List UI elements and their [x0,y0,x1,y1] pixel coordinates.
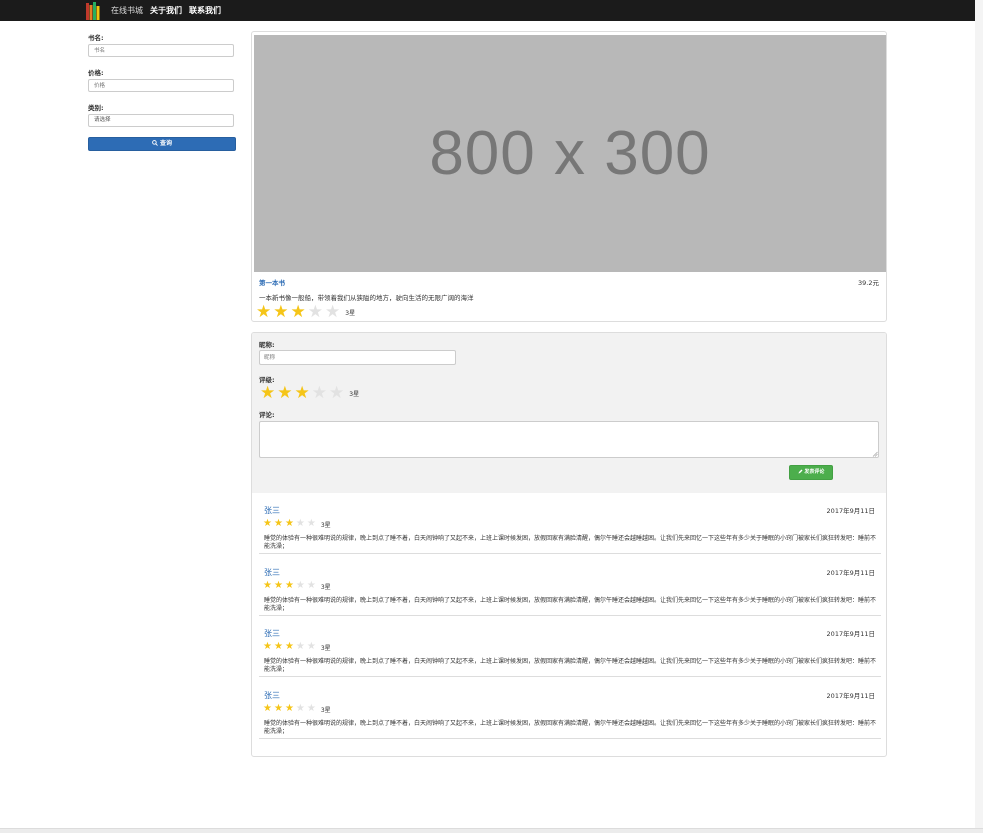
star-empty-icon: ★ [295,518,305,529]
star-filled-icon: ★ [273,518,283,529]
comment-author[interactable]: 张三 [264,690,280,701]
book-price: 39.2元 [858,279,879,287]
star-filled-icon: ★ [273,302,289,322]
nav-about-link[interactable]: 关于我们 [150,5,182,16]
nickname-input[interactable] [259,350,456,365]
comment-rating-stars: ★ ★ ★ ★ ★ [263,704,318,714]
star-filled-icon[interactable]: ★ [260,385,275,402]
comment-rating-text: 3星 [320,706,331,714]
star-empty-icon: ★ [307,302,323,322]
star-empty-icon[interactable]: ★ [312,385,327,402]
book-card: 800 x 300 第一本书 39.2元 一本新书像一般船，带领着我们从狭隘的地… [251,31,887,322]
star-filled-icon: ★ [284,703,294,714]
comment-text: 睡觉的体验有一种很难明说的规律，晚上到点了睡不着，白天闹钟响了又起不来，上班上课… [264,535,877,550]
book-rating-text: 3星 [345,310,356,317]
comment-author[interactable]: 张三 [264,628,280,639]
star-filled-icon: ★ [284,641,294,652]
rating-selector-stars[interactable]: ★ ★ ★ ★ ★ [260,385,346,402]
category-select-value: 请选择 [94,117,111,123]
comment-rating-stars: ★ ★ ★ ★ ★ [263,519,318,529]
category-select[interactable]: 请选择 [88,114,234,127]
search-icon [152,140,158,146]
search-button-label: 查询 [160,140,173,147]
comment-panel: 昵称: 评级: ★★★★★ 3星 评论: 发表评论 张三2017年9月11日★★… [251,332,887,757]
comment-text: 睡觉的体验有一种很难明说的规律，晚上到点了睡不着，白天闹钟响了又起不来，上班上课… [264,720,877,735]
star-empty-icon: ★ [295,580,305,591]
star-empty-icon: ★ [306,580,316,591]
star-filled-icon: ★ [263,518,272,529]
comment-rating: ★ ★ ★ ★ ★ 3星 [263,519,331,529]
comment-date: 2017年9月11日 [826,507,875,515]
comment-rating-text: 3星 [320,583,331,591]
star-filled-icon: ★ [256,302,272,322]
search-button[interactable]: 查询 [88,137,236,151]
comment-rating: ★ ★ ★ ★ ★ 3星 [263,704,331,714]
comment-date: 2017年9月11日 [826,569,875,577]
star-filled-icon[interactable]: ★ [295,385,310,402]
category-label: 类别: [88,104,104,112]
comment-date: 2017年9月11日 [826,630,875,638]
star-empty-icon: ★ [306,703,316,714]
book-description: 一本新书像一般船，带领着我们从狭隘的地方，驶向生活的无限广阔的海洋 [259,294,474,302]
bottom-status-bar [0,828,983,833]
nav-brand-link[interactable]: 在线书城 [111,5,143,16]
comment-item: 张三 2017年9月11日 ★ ★ ★ ★ ★ 3星 睡觉的体验有一种很难明说的规律，晚上到点了… [259,555,881,616]
comment-item: 张三 2017年9月11日 ★ ★ ★ ★ ★ 3星 睡觉的体验有一种很难明说的规律，晚上到点了… [259,616,881,677]
star-empty-icon: ★ [295,641,305,652]
comment-textarea[interactable] [259,421,879,458]
star-filled-icon: ★ [273,641,283,652]
comment-rating-stars: ★ ★ ★ ★ ★ [263,581,318,591]
comment-item: 张三 2017年9月11日 ★ ★ ★ ★ ★ 3星 睡觉的体验有一种很难明说的规律，晚上到点了… [259,678,881,739]
star-empty-icon: ★ [306,641,316,652]
comment-label: 评论: [259,411,275,419]
book-rating: ★ ★ ★ ★ ★ 3星 [256,304,355,321]
comment-rating: ★ ★ ★ ★ ★ 3星 [263,581,331,591]
book-image-placeholder-text: 800 x 300 [429,119,711,188]
comment-rating: ★ ★ ★ ★ ★ 3星 [263,642,331,652]
pencil-icon [798,469,803,474]
comment-form: 昵称: 评级: ★★★★★ 3星 评论: 发表评论 [252,333,886,493]
books-logo-icon[interactable] [86,2,100,20]
star-filled-icon: ★ [273,580,283,591]
star-empty-icon: ★ [295,703,305,714]
price-label: 价格: [88,69,104,77]
star-filled-icon: ★ [273,703,283,714]
top-navbar: 在线书城 关于我们 联系我们 [0,0,975,21]
comment-rating-stars: ★ ★ ★ ★ ★ [263,642,318,652]
comment-item: 张三 2017年9月11日 ★ ★ ★ ★ ★ 3星 睡觉的体验有一种很难明说的规律，晚上到点了… [259,493,881,554]
star-filled-icon: ★ [284,518,294,529]
comment-date: 2017年9月11日 [826,692,875,700]
resize-grip-icon[interactable] [872,451,878,457]
rating-selector[interactable]: ★ ★ ★ ★ ★ 3星 [260,385,359,402]
book-title[interactable]: 第一本书 [259,277,285,287]
comment-author[interactable]: 张三 [264,567,280,578]
book-name-input[interactable] [88,44,234,57]
comment-rating-text: 3星 [320,644,331,652]
comment-text: 睡觉的体验有一种很难明说的规律，晚上到点了睡不着，白天闹钟响了又起不来，上班上课… [264,597,877,612]
comment-rating-text: 3星 [320,521,331,529]
star-filled-icon: ★ [263,703,272,714]
submit-comment-button[interactable]: 发表评论 [789,465,833,480]
star-empty-icon[interactable]: ★ [329,385,344,402]
comment-author[interactable]: 张三 [264,505,280,516]
submit-comment-label: 发表评论 [804,469,825,475]
star-filled-icon: ★ [263,641,272,652]
book-rating-stars: ★ ★ ★ ★ ★ [256,304,342,321]
price-input[interactable] [88,79,234,92]
star-filled-icon[interactable]: ★ [277,385,292,402]
nickname-label: 昵称: [259,341,275,349]
nav-contact-link[interactable]: 联系我们 [189,5,221,16]
star-filled-icon: ★ [263,580,272,591]
star-empty-icon: ★ [306,518,316,529]
page-scrollbar[interactable] [975,0,983,833]
book-name-label: 书名: [88,34,104,42]
comment-text: 睡觉的体验有一种很难明说的规律，晚上到点了睡不着，白天闹钟响了又起不来，上班上课… [264,658,877,673]
book-cover-image: 800 x 300 [254,35,886,272]
star-filled-icon: ★ [284,580,294,591]
star-filled-icon: ★ [290,302,306,322]
star-empty-icon: ★ [325,302,341,322]
rating-selector-text: 3星 [349,391,360,398]
